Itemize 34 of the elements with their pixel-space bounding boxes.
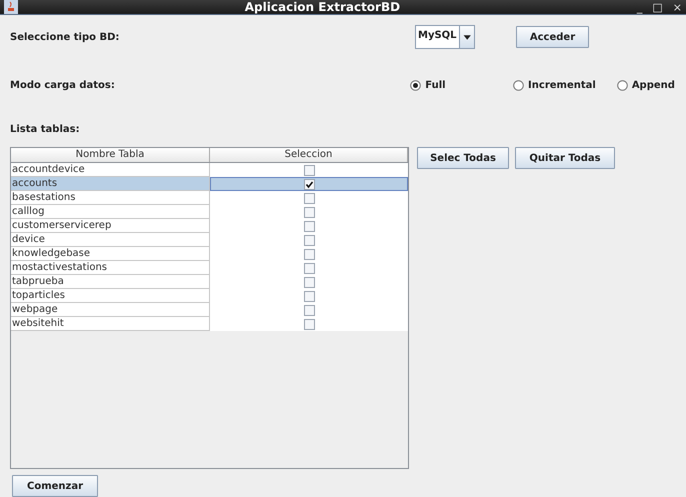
deselect-all-button[interactable]: Quitar Todas [515,147,615,169]
checkbox[interactable] [304,318,314,330]
radio-icon[interactable] [616,80,628,90]
checkbox[interactable] [304,262,314,274]
load-mode-label: Modo carga datos: [10,80,116,90]
checkbox[interactable] [304,178,314,190]
mode-radio[interactable]: Full [410,80,514,90]
checkbox[interactable] [304,206,314,218]
checkbox[interactable] [304,304,314,316]
window-control[interactable]: □ [652,0,663,14]
column-header[interactable]: Nombre Tabla [11,148,210,162]
radio-icon[interactable] [410,80,422,90]
db-type-label: Seleccione tipo BD: [10,32,120,42]
db-type-dropdown[interactable]: MySQL [415,25,475,49]
checkbox[interactable] [304,248,314,260]
mode-radio[interactable]: Append [616,80,686,90]
checkbox[interactable] [304,220,314,232]
start-button[interactable]: Comenzar [12,475,98,497]
mode-radio[interactable]: Incremental [513,80,617,90]
select-all-button[interactable]: Selec Todas [417,147,509,169]
checkbox[interactable] [304,164,314,176]
table-cell: websitehit [11,317,210,331]
checkbox[interactable] [304,192,314,204]
column-header[interactable]: Seleccion [210,148,408,162]
window-control[interactable]: × [672,0,682,14]
java-cup-icon [4,0,18,14]
access-button[interactable]: Acceder [516,26,589,48]
table-list-label: Lista tablas: [10,124,81,134]
window-control[interactable]: _ [636,0,642,14]
checkbox[interactable] [304,234,314,246]
radio-icon[interactable] [513,80,524,90]
checkbox[interactable] [304,290,314,302]
checkbox[interactable] [304,276,314,288]
window-title: Aplicacion ExtractorBD [244,0,402,14]
